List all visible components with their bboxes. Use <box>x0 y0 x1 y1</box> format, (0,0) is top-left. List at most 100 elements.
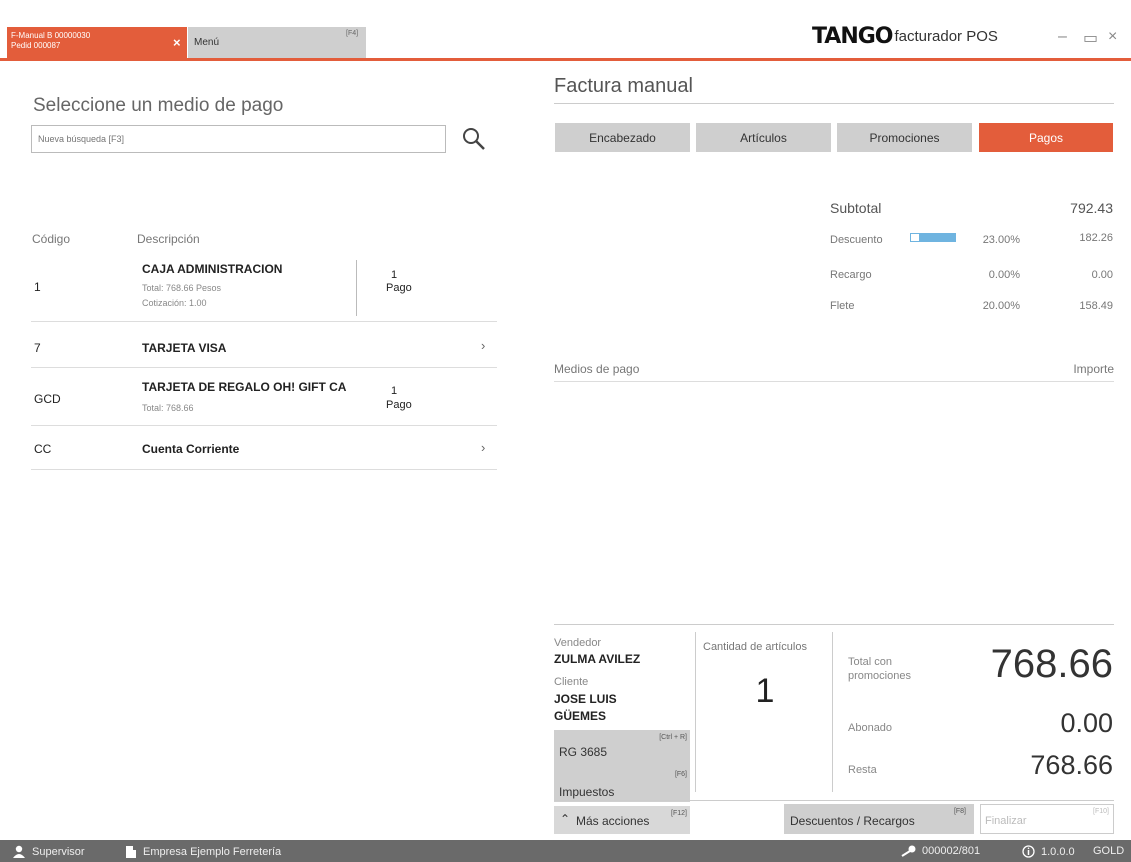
mas-acciones-label: Más acciones <box>576 814 650 828</box>
chevron-right-icon[interactable]: › <box>481 440 485 455</box>
status-bar: Supervisor Empresa Ejemplo Ferretería 00… <box>0 840 1131 862</box>
row-name: TARJETA DE REGALO OH! GIFT CARD <box>142 380 347 394</box>
tab-menu-label: Menú <box>194 37 220 48</box>
payment-row[interactable]: 7 TARJETA VISA › <box>31 322 497 368</box>
status-terminal-label: 000002/801 <box>922 845 981 857</box>
cliente-value-line1: JOSE LUIS <box>554 692 617 706</box>
status-user-label: Supervisor <box>32 845 85 858</box>
abonado-label: Abonado <box>848 722 893 734</box>
title-bar: F-Manual B 00000030 Pedid 000087 × Menú … <box>0 0 1131 62</box>
status-version: 1.0.0.0 <box>1022 845 1075 858</box>
impuestos-label: Impuestos <box>559 785 615 799</box>
row-cotizacion: Cotización: 1.00 <box>142 298 207 308</box>
minimize-icon[interactable]: – <box>1058 28 1067 46</box>
descuento-percent: 23.00% <box>982 234 1020 246</box>
slider-knob[interactable] <box>910 233 920 242</box>
invoice-panel: Factura manual Encabezado Artículos Prom… <box>530 62 1131 840</box>
cliente-label: Cliente <box>554 676 589 688</box>
vendedor-value: ZULMA AVILEZ <box>554 652 641 666</box>
row-name: CAJA ADMINISTRACION <box>142 262 283 276</box>
subtotal-label: Subtotal <box>830 200 882 216</box>
subtotal-value: 792.43 <box>1070 200 1113 216</box>
status-user: Supervisor <box>12 845 85 858</box>
rg-label: RG 3685 <box>559 745 608 759</box>
row-pay-count: 1 <box>391 269 398 281</box>
mas-acciones-button[interactable]: ⌃ Más acciones [F12] <box>554 806 690 834</box>
row-divider <box>356 260 357 316</box>
tab-menu[interactable]: Menú [F4] <box>188 27 366 58</box>
descuento-label: Descuento <box>830 234 883 246</box>
status-company: Empresa Ejemplo Ferretería <box>125 845 281 858</box>
bottom-divider <box>554 624 1114 625</box>
payment-selector-panel: Seleccione un medio de pago Código Descr… <box>0 62 530 840</box>
importe-label: Importe <box>1073 362 1114 376</box>
user-icon <box>13 845 25 858</box>
info-icon <box>1022 845 1035 858</box>
row-name: TARJETA VISA <box>142 341 227 355</box>
column-divider <box>695 632 696 792</box>
recargo-percent: 0.00% <box>988 269 1020 281</box>
close-window-icon[interactable]: × <box>1108 28 1117 46</box>
status-company-label: Empresa Ejemplo Ferretería <box>143 845 282 858</box>
tab-factura-manual[interactable]: F-Manual B 00000030 Pedid 000087 × <box>7 27 187 58</box>
rg-3685-button[interactable]: RG 3685 [Ctrl + R] <box>554 730 690 766</box>
title-divider <box>554 103 1114 104</box>
impuestos-button[interactable]: Impuestos [F6] <box>554 766 690 802</box>
search-box <box>31 125 446 153</box>
page-title: Factura manual <box>554 75 693 97</box>
descuentos-shortcut: [F8] <box>953 808 966 815</box>
tab-menu-shortcut: [F4] <box>346 30 359 37</box>
row-pay-count: 1 <box>391 385 398 397</box>
payment-row[interactable]: 1 CAJA ADMINISTRACION Total: 768.66 Peso… <box>31 252 497 322</box>
brand-name: TANGO <box>812 23 893 49</box>
tab-pagos[interactable]: Pagos <box>979 123 1113 152</box>
maximize-icon[interactable]: ▭ <box>1083 28 1098 48</box>
tab-promociones[interactable]: Promociones <box>837 123 972 152</box>
building-icon <box>126 846 136 858</box>
brand-product: facturador POS <box>894 27 998 45</box>
rg-shortcut: [Ctrl + R] <box>659 734 687 741</box>
recargo-label: Recargo <box>830 269 872 281</box>
row-code: 7 <box>34 341 41 355</box>
row-total: Total: 768.66 Pesos <box>142 283 222 293</box>
status-edition-label: GOLD <box>1093 845 1125 857</box>
resta-label: Resta <box>848 764 877 776</box>
tab-articulos[interactable]: Artículos <box>696 123 831 152</box>
cliente-value-line2: GÜEMES <box>554 709 607 723</box>
tab-encabezado[interactable]: Encabezado <box>555 123 690 152</box>
total-label-line2: promociones <box>848 670 911 682</box>
finalizar-button[interactable]: Finalizar [F10] <box>980 804 1114 834</box>
flete-label: Flete <box>830 300 855 312</box>
row-code: GCD <box>34 392 61 406</box>
impuestos-shortcut: [F6] <box>674 771 687 778</box>
panel-heading: Seleccione un medio de pago <box>33 95 284 116</box>
chevron-right-icon[interactable]: › <box>481 338 485 353</box>
brand-logo: TANGO facturador POS <box>812 23 998 49</box>
recargo-value: 0.00 <box>1091 269 1113 281</box>
status-edition: GOLD <box>1093 845 1124 857</box>
search-input[interactable] <box>32 126 445 152</box>
payment-row[interactable]: GCD TARJETA DE REGALO OH! GIFT CARD Tota… <box>31 368 497 426</box>
finalizar-label: Finalizar <box>985 815 1027 827</box>
finalizar-shortcut: [F10] <box>1093 808 1109 815</box>
descuentos-recargos-button[interactable]: Descuentos / Recargos [F8] <box>784 804 974 834</box>
row-code: 1 <box>34 280 41 294</box>
tab-subtitle: Pedid 000087 <box>11 41 61 50</box>
search-icon[interactable] <box>460 125 488 153</box>
resta-value: 768.66 <box>1030 750 1113 780</box>
accent-divider <box>0 58 1131 61</box>
cantidad-value: 1 <box>755 672 775 710</box>
row-name: Cuenta Corriente <box>142 442 240 456</box>
close-tab-icon[interactable]: × <box>173 35 181 50</box>
col-codigo: Código <box>32 232 71 246</box>
tab-title: F-Manual B 00000030 <box>11 31 91 40</box>
flete-value: 158.49 <box>1079 300 1113 312</box>
key-icon <box>901 845 916 857</box>
payments-header: Medios de pago Importe <box>554 362 1114 382</box>
payment-row[interactable]: CC Cuenta Corriente › <box>31 426 497 470</box>
col-descripcion: Descripción <box>137 232 200 246</box>
medios-label: Medios de pago <box>554 362 640 376</box>
footer-divider <box>554 800 1114 801</box>
status-terminal: 000002/801 <box>900 845 980 857</box>
row-pay-label: Pago <box>386 282 412 294</box>
